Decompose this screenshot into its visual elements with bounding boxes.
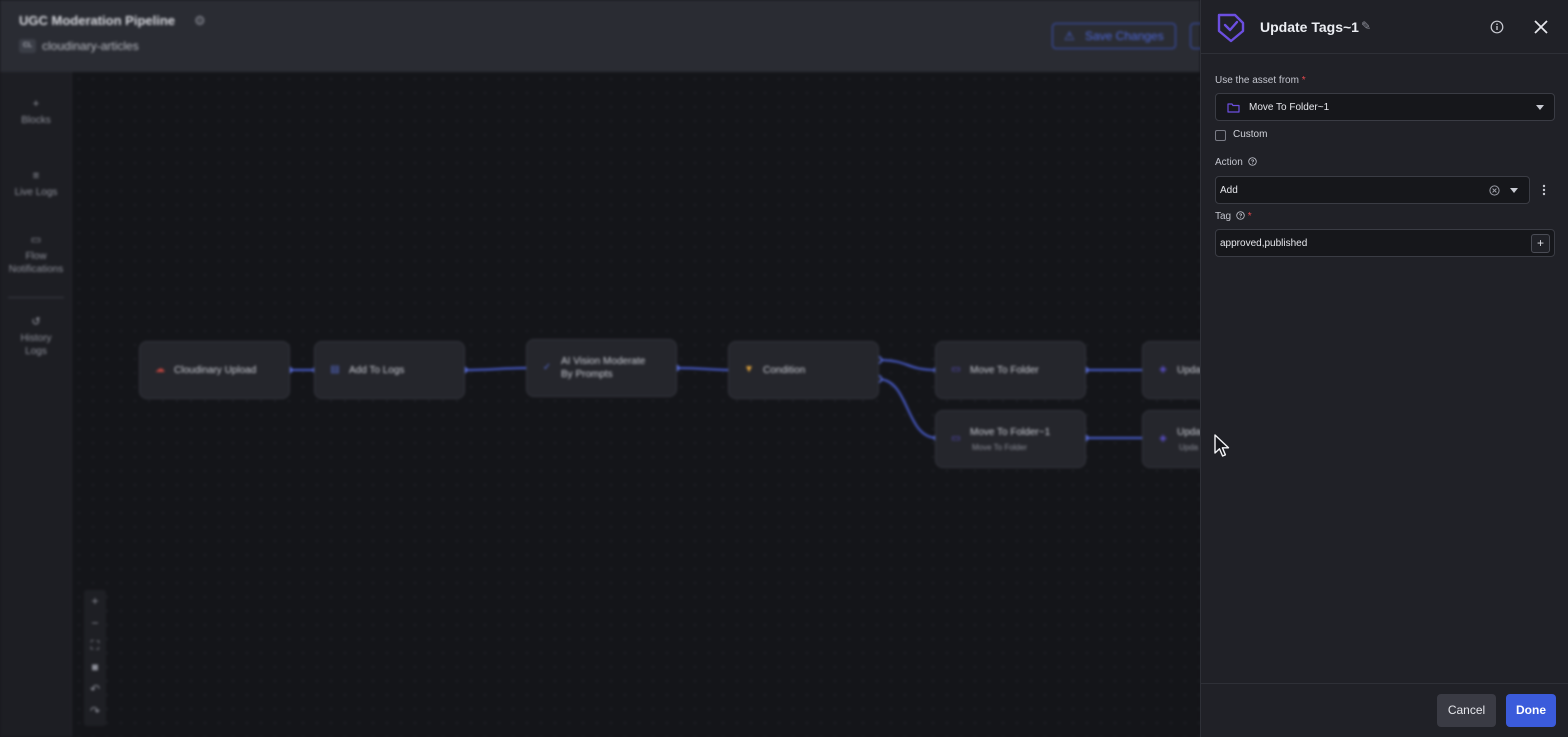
update-tags-logo-icon bbox=[1217, 13, 1245, 43]
node-move-to-folder[interactable]: ▭ Move To Folder bbox=[935, 341, 1086, 399]
zoom-in-icon[interactable]: + bbox=[84, 590, 106, 612]
check-icon: ✓ bbox=[542, 362, 552, 373]
close-icon[interactable] bbox=[1532, 18, 1550, 36]
asset-source-label: Use the asset from * bbox=[1215, 75, 1306, 86]
app-root: UGC Moderation Pipeline ⚙ CL cloudinary-… bbox=[0, 0, 1568, 737]
folder-icon: ▭ bbox=[951, 433, 961, 444]
node-label: Cloudinary Upload bbox=[174, 365, 257, 376]
node-subtitle: Move To Folder bbox=[972, 443, 1027, 452]
redo-icon[interactable]: ↷ bbox=[84, 700, 106, 722]
node-label: Upda bbox=[1177, 427, 1201, 438]
info-icon[interactable] bbox=[1490, 20, 1504, 34]
node-label: Move To Folder bbox=[970, 365, 1039, 376]
folder-icon bbox=[1227, 103, 1240, 113]
clear-selection-icon[interactable] bbox=[1489, 185, 1500, 196]
tag-label: Tag * bbox=[1215, 211, 1252, 222]
node-ai-vision-moderate[interactable]: ✓ AI Vision Moderate By Prompts bbox=[526, 339, 677, 397]
add-tag-button[interactable]: + bbox=[1531, 234, 1550, 253]
chevron-down-icon[interactable] bbox=[1510, 188, 1518, 193]
action-select[interactable]: Add bbox=[1215, 176, 1530, 204]
custom-checkbox[interactable] bbox=[1215, 130, 1226, 141]
node-label: AI Vision Moderate By Prompts bbox=[561, 356, 646, 380]
node-subtitle: Upda bbox=[1179, 443, 1199, 452]
node-add-to-logs[interactable]: ▤ Add To Logs bbox=[314, 341, 465, 399]
folder-icon: ▭ bbox=[951, 364, 961, 375]
node-label: Add To Logs bbox=[349, 365, 405, 376]
chevron-down-icon bbox=[1536, 105, 1544, 110]
mouse-cursor-icon bbox=[1214, 434, 1230, 457]
node-cloudinary-upload[interactable]: ☁ Cloudinary Upload bbox=[139, 341, 290, 399]
node-label: Condition bbox=[763, 365, 806, 376]
tag-input[interactable] bbox=[1215, 229, 1555, 257]
action-label: Action bbox=[1215, 157, 1257, 168]
asset-source-value: Move To Folder~1 bbox=[1249, 102, 1330, 113]
panel-title: Update Tags~1 bbox=[1260, 19, 1359, 35]
zoom-out-icon[interactable]: − bbox=[84, 612, 106, 634]
help-icon[interactable] bbox=[1236, 211, 1245, 220]
cloud-upload-icon: ☁ bbox=[155, 364, 165, 375]
asset-source-select[interactable]: Move To Folder~1 bbox=[1215, 93, 1555, 121]
tag-icon: ◈ bbox=[1159, 364, 1167, 375]
panel-footer: Cancel Done bbox=[1201, 683, 1568, 737]
done-button[interactable]: Done bbox=[1506, 694, 1556, 727]
action-value: Add bbox=[1220, 185, 1238, 196]
tag-icon: ◈ bbox=[1159, 433, 1167, 444]
workflow-editor-background: UGC Moderation Pipeline ⚙ CL cloudinary-… bbox=[0, 0, 1293, 737]
undo-icon[interactable]: ↶ bbox=[84, 678, 106, 700]
node-condition[interactable]: ▼ Condition bbox=[728, 341, 879, 399]
node-move-to-folder-1[interactable]: ▭ Move To Folder~1 Move To Folder bbox=[935, 410, 1086, 468]
help-icon[interactable] bbox=[1247, 157, 1257, 166]
lock-icon[interactable]: ■ bbox=[84, 656, 106, 678]
node-label: Upda bbox=[1177, 365, 1201, 376]
filter-icon: ▼ bbox=[744, 364, 754, 375]
edit-pencil-icon[interactable]: ✎ bbox=[1361, 20, 1373, 32]
cancel-button[interactable]: Cancel bbox=[1437, 694, 1496, 727]
fit-view-icon[interactable]: ⛶ bbox=[84, 634, 106, 656]
custom-checkbox-label: Custom bbox=[1233, 129, 1268, 140]
node-label: Move To Folder~1 bbox=[970, 427, 1051, 438]
block-config-panel: Update Tags~1 ✎ Use the asset from * Mov… bbox=[1200, 0, 1568, 737]
canvas-controls: + − ⛶ ■ ↶ ↷ bbox=[84, 590, 106, 726]
logs-icon: ▤ bbox=[330, 364, 340, 375]
panel-header: Update Tags~1 ✎ bbox=[1201, 0, 1568, 54]
more-options-icon[interactable] bbox=[1539, 183, 1549, 197]
